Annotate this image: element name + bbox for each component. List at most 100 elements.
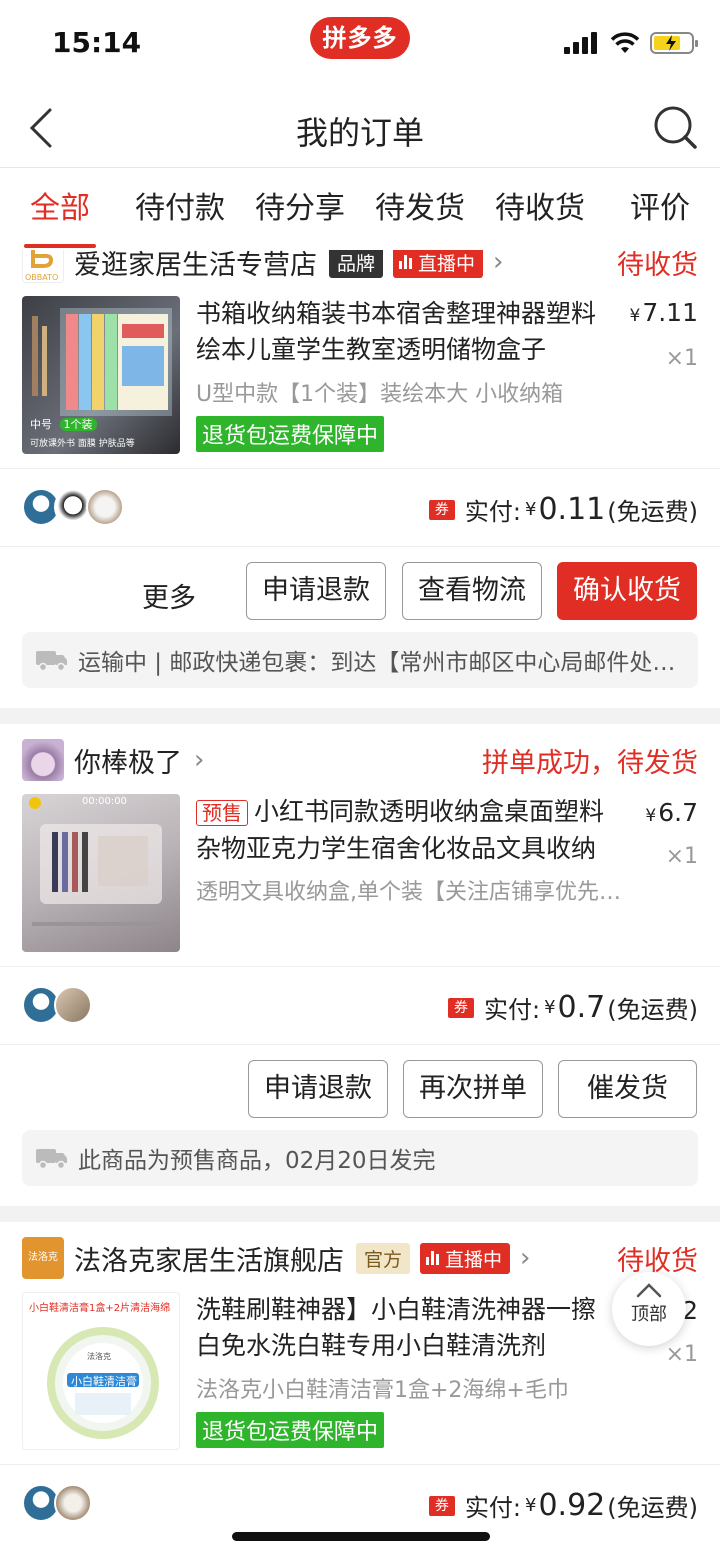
avatar xyxy=(54,986,92,1024)
order-status: 拼单成功，待发货 xyxy=(482,747,698,779)
divider xyxy=(0,1044,720,1045)
arrow-up-icon xyxy=(636,1283,662,1298)
tab-pending-share[interactable]: 待分享 xyxy=(240,168,360,250)
shop-name: 爱逛家居生活专营店 xyxy=(74,250,317,281)
official-badge: 官方 xyxy=(356,1242,411,1274)
product-quantity: ×1 xyxy=(665,844,698,869)
live-icon xyxy=(399,255,413,269)
tab-all[interactable]: 全部 xyxy=(0,168,120,250)
paid-amount: 券 实付: ¥ 0.7 (免运费) xyxy=(448,990,698,1025)
divider xyxy=(0,546,720,547)
order-card[interactable]: OBBATO 爱逛家居生活专营店 品牌 直播中 › 待收货 中号 1个装 可放课… xyxy=(0,250,720,708)
product-price: ¥6.7 xyxy=(645,798,698,827)
paid-label: 实付: xyxy=(464,1494,522,1522)
product-title[interactable]: 预售 小红书同款透明收纳盒桌面塑料杂物亚克力学生宿舍化妆品文具收纳 xyxy=(196,794,616,867)
live-badge-label: 直播中 xyxy=(418,252,476,275)
product-title[interactable]: 洗鞋刷鞋神器】小白鞋清洗神器一擦白免水洗白鞋专用小白鞋清洗剂 xyxy=(196,1292,616,1364)
more-button[interactable]: 更多 xyxy=(142,576,196,615)
shop-logo: OBBATO xyxy=(22,250,64,283)
tracking-text: 运输中 | 邮政快递包裹：到达【常州市邮区中心局邮件处理中心】 xyxy=(78,650,698,676)
live-badge[interactable]: 直播中 xyxy=(420,1242,511,1274)
return-guarantee-badge: 退货包运费保障中 xyxy=(196,1412,385,1448)
battery-icon xyxy=(650,32,698,54)
paid-label: 实付: xyxy=(484,996,541,1024)
shop-row[interactable]: OBBATO 爱逛家居生活专营店 品牌 直播中 › 待收货 xyxy=(22,250,698,284)
live-badge-label: 直播中 xyxy=(445,1248,503,1271)
status-time: 15:14 xyxy=(52,26,142,59)
paid-amount: 券 实付: ¥ 0.92 (免运费) xyxy=(428,1488,698,1523)
product-quantity: ×1 xyxy=(665,346,698,371)
product-title-text: 小红书同款透明收纳盒桌面塑料杂物亚克力学生宿舍化妆品文具收纳 xyxy=(196,797,605,863)
paid-value: 0.7 xyxy=(557,990,606,1025)
play-icon xyxy=(29,797,41,809)
order-tabs: 全部 待付款 待分享 待发货 待收货 评价 xyxy=(0,168,720,250)
group-avatars xyxy=(22,488,124,526)
regroup-button[interactable]: 再次拼单 xyxy=(403,1060,543,1118)
price-value: 7.11 xyxy=(642,298,698,327)
paid-value: 0.92 xyxy=(538,1488,606,1523)
thumb-brand: 法洛克 xyxy=(87,1352,111,1361)
product-price: ¥7.11 xyxy=(630,298,699,327)
thumb-top-text: 小白鞋清洁膏1盒+2片清洁海绵 xyxy=(29,1303,171,1314)
product-image[interactable]: 小白鞋清洁膏1盒+2片清洁海绵 法洛克 小白鞋清洁膏 xyxy=(22,1292,180,1450)
order-list: OBBATO 爱逛家居生活专营店 品牌 直播中 › 待收货 中号 1个装 可放课… xyxy=(0,250,720,1559)
view-logistics-button[interactable]: 查看物流 xyxy=(402,562,542,620)
divider xyxy=(0,1464,720,1465)
shop-row[interactable]: 法洛克 法洛克家居生活旗舰店 官方 直播中 › 待收货 xyxy=(22,1236,698,1280)
refund-button[interactable]: 申请退款 xyxy=(248,1060,388,1118)
product-spec: U型中款【1个装】装绘本大 小收纳箱 xyxy=(196,382,564,407)
live-badge[interactable]: 直播中 xyxy=(393,250,484,278)
refund-button[interactable]: 申请退款 xyxy=(246,562,386,620)
svg-text:OBBATO: OBBATO xyxy=(25,273,58,282)
tab-review[interactable]: 评价 xyxy=(600,168,720,250)
search-icon[interactable] xyxy=(652,104,698,150)
tab-pending-receipt[interactable]: 待收货 xyxy=(480,168,600,250)
urge-shipment-button[interactable]: 催发货 xyxy=(558,1060,697,1118)
presale-notice-text: 此商品为预售商品，02月20日发完 xyxy=(78,1148,436,1174)
product-video-thumbnail[interactable]: 00:00:00 xyxy=(22,794,180,952)
paid-value: 0.11 xyxy=(538,492,606,527)
coupon-icon: 券 xyxy=(428,499,455,520)
live-icon xyxy=(426,1251,440,1265)
tab-pending-shipment[interactable]: 待发货 xyxy=(360,168,480,250)
chevron-right-icon: › xyxy=(520,1243,531,1273)
chevron-right-icon: › xyxy=(194,745,205,775)
paid-symbol: ¥ xyxy=(544,997,556,1018)
tab-pending-payment[interactable]: 待付款 xyxy=(120,168,240,250)
order-card[interactable]: 法洛克 法洛克家居生活旗舰店 官方 直播中 › 待收货 小白鞋清洁膏1盒+2片清… xyxy=(0,1222,720,1559)
product-title[interactable]: 书箱收纳箱装书本宿舍整理神器塑料绘本儿童学生教室透明储物盒子 xyxy=(196,296,616,368)
shop-name: 法洛克家居生活旗舰店 xyxy=(74,1245,344,1277)
thumb-pack-text: 1个装 xyxy=(59,418,97,431)
thumb-size-text: 中号 xyxy=(30,418,52,431)
shop-logo: 法洛克 xyxy=(22,1237,64,1279)
group-avatars xyxy=(22,1484,92,1522)
home-indicator[interactable] xyxy=(232,1532,490,1541)
presale-notice-bar: 此商品为预售商品，02月20日发完 xyxy=(22,1130,698,1186)
avatar xyxy=(86,488,124,526)
truck-icon xyxy=(36,1149,67,1169)
shipping-note: (免运费) xyxy=(607,996,698,1024)
thumb-caption: 可放课外书 面膜 护肤品等 xyxy=(30,439,135,449)
tracking-bar[interactable]: 运输中 | 邮政快递包裹：到达【常州市邮区中心局邮件处理中心】 xyxy=(22,632,698,688)
thumb-size-label: 中号 1个装 xyxy=(30,416,97,432)
divider xyxy=(0,966,720,967)
avatar xyxy=(54,1484,92,1522)
back-to-top-button[interactable]: 顶部 xyxy=(612,1272,686,1346)
status-icons xyxy=(564,28,698,58)
paid-symbol: ¥ xyxy=(525,499,537,520)
shop-row[interactable]: 你棒极了 › 拼单成功，待发货 xyxy=(22,738,698,782)
chevron-right-icon: › xyxy=(493,250,504,277)
coupon-icon: 券 xyxy=(448,997,474,1018)
app-logo: 拼多多 xyxy=(310,17,410,59)
product-image[interactable]: 中号 1个装 可放课外书 面膜 护肤品等 xyxy=(22,296,180,454)
product-quantity: ×1 xyxy=(665,1342,698,1367)
status-bar: 15:14 拼多多 xyxy=(0,0,720,88)
nav-bar: 我的订单 xyxy=(0,88,720,168)
order-card[interactable]: 你棒极了 › 拼单成功，待发货 00:00:00 预售 小红书同款透明收纳盒桌面塑… xyxy=(0,724,720,1206)
page-title: 我的订单 xyxy=(295,114,424,152)
divider xyxy=(0,468,720,469)
confirm-receipt-button[interactable]: 确认收货 xyxy=(557,562,697,620)
shop-avatar xyxy=(22,739,64,781)
group-avatars xyxy=(22,986,92,1024)
paid-amount: 券 实付: ¥ 0.11 (免运费) xyxy=(428,492,698,527)
